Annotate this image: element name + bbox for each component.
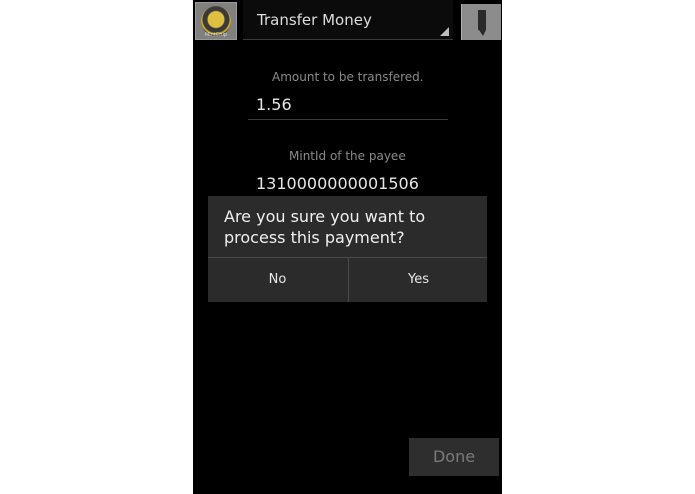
screen-title: Transfer Money	[257, 11, 372, 29]
amount-label: Amount to be transfered.	[272, 70, 424, 84]
amount-input-underline	[248, 119, 448, 120]
payee-label: MintId of the payee	[289, 149, 406, 163]
yes-button[interactable]: Yes	[348, 258, 488, 302]
overflow-menu-button[interactable]	[461, 4, 501, 40]
app-home-button[interactable]: MintChip	[195, 2, 237, 40]
navigation-spinner[interactable]: Transfer Money	[243, 0, 453, 40]
confirm-dialog: Are you sure you want to process this pa…	[208, 196, 487, 302]
overflow-menu-icon	[478, 10, 486, 36]
dialog-message: Are you sure you want to process this pa…	[224, 207, 426, 247]
spinner-arrow-icon	[440, 27, 449, 36]
dialog-button-bar: No Yes	[208, 257, 487, 302]
done-button[interactable]: Done	[409, 438, 499, 476]
payee-input[interactable]: 1310000000001506	[256, 174, 419, 193]
app-icon-text: MintChip	[204, 32, 228, 38]
amount-input[interactable]: 1.56	[256, 95, 292, 114]
phone-screen: MintChip Transfer Money Amount to be tra…	[193, 0, 502, 494]
action-bar: MintChip Transfer Money	[193, 0, 502, 43]
no-button[interactable]: No	[208, 258, 347, 302]
